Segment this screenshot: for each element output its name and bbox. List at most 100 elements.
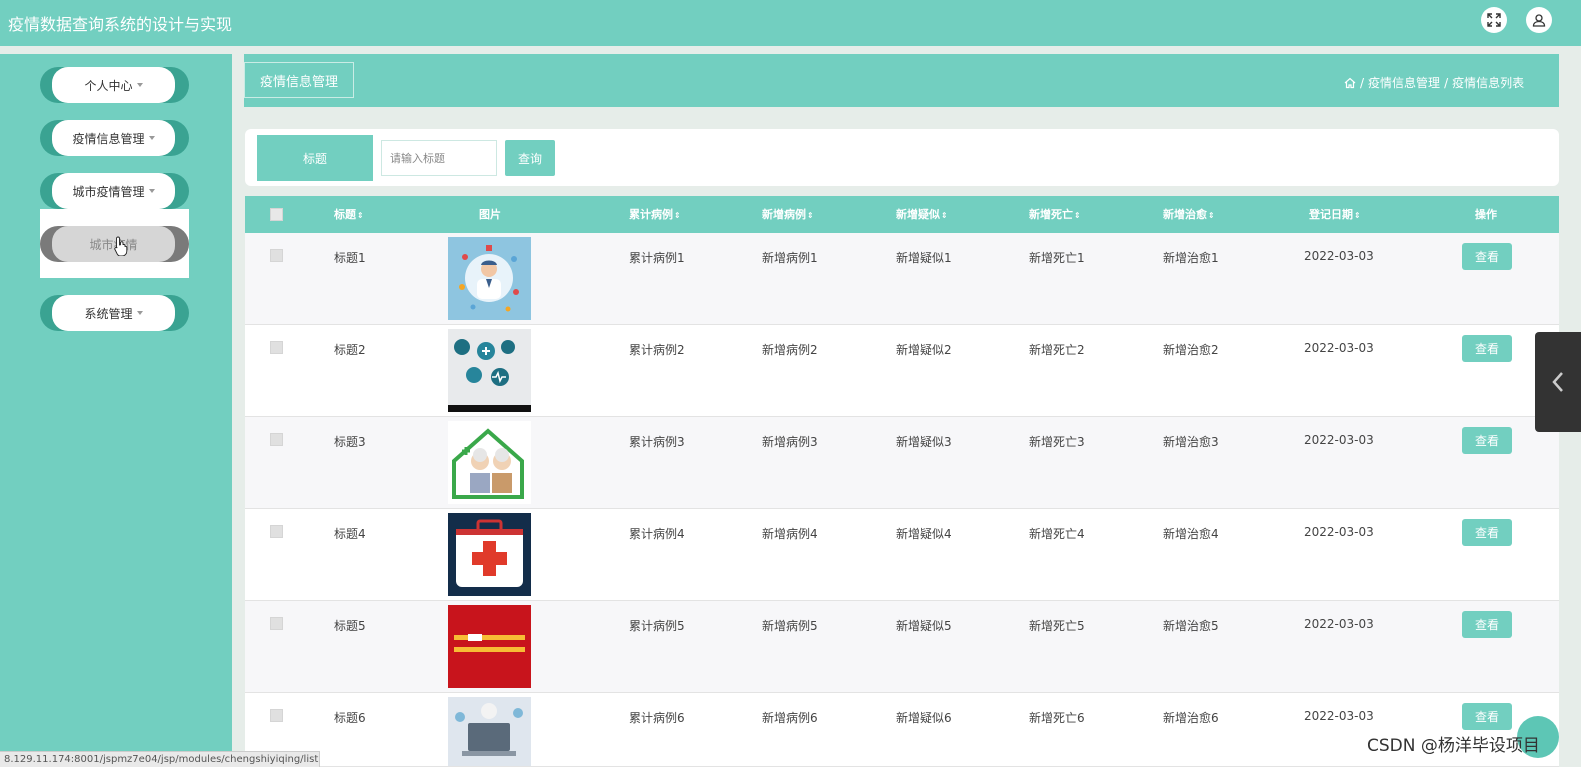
cell-new-cases: 新增病例6 xyxy=(762,711,818,725)
breadcrumb-item[interactable]: 疫情信息管理 xyxy=(1368,74,1440,91)
view-button[interactable]: 查看 xyxy=(1462,611,1512,638)
view-button[interactable]: 查看 xyxy=(1462,335,1512,362)
cell-cured: 新增治愈2 xyxy=(1163,343,1219,357)
cell-total: 累计病例6 xyxy=(629,711,685,725)
cell-deaths: 新增死亡6 xyxy=(1029,711,1085,725)
fullscreen-icon[interactable] xyxy=(1481,7,1507,33)
cell-suspected: 新增疑似1 xyxy=(896,251,952,265)
row-image-elderly-couple xyxy=(448,421,531,504)
sidebar-item-city-epidemic[interactable]: 城市疫情管理 xyxy=(40,173,189,209)
status-url: 8.129.11.174:8001/jspmz7e04/jsp/modules/… xyxy=(0,751,320,767)
side-panel-toggle[interactable] xyxy=(1535,332,1581,432)
cell-cured: 新增治愈5 xyxy=(1163,619,1219,633)
breadcrumb-separator: / xyxy=(1360,75,1365,90)
row-checkbox[interactable] xyxy=(270,709,283,722)
cell-title: 标题1 xyxy=(334,251,366,265)
column-header-image: 图片 xyxy=(479,208,501,221)
table-row: 标题3 累计病例3 新增病例3 新增疑似3 新增死亡3 新增治愈3 2022-0… xyxy=(245,417,1559,509)
cell-deaths: 新增死亡4 xyxy=(1029,527,1085,541)
cell-title: 标题3 xyxy=(334,435,366,449)
search-input[interactable] xyxy=(381,140,497,176)
row-image-laptop-doctor xyxy=(448,697,531,766)
row-checkbox[interactable] xyxy=(270,525,283,538)
column-header-total[interactable]: 累计病例⇕ xyxy=(629,196,681,233)
table-row: 标题6 累计病例6 新增病例6 新增疑似6 新增死亡6 新增治愈6 2022-0… xyxy=(245,693,1559,767)
app-title: 疫情数据查询系统的设计与实现 xyxy=(8,15,233,34)
table-row: 标题4 累计病例4 新增病例4 新增疑似4 新增死亡4 新增治愈4 2022-0… xyxy=(245,509,1559,601)
row-image-first-aid-kit xyxy=(448,513,531,596)
chevron-left-icon xyxy=(1552,372,1563,392)
cell-suspected: 新增疑似5 xyxy=(896,619,952,633)
home-icon[interactable] xyxy=(1344,77,1356,89)
view-button[interactable]: 查看 xyxy=(1462,703,1512,730)
sidebar-item-label: 个人中心 xyxy=(84,78,133,93)
cell-date: 2022-03-03 xyxy=(1304,433,1374,447)
select-all-checkbox[interactable] xyxy=(270,208,283,221)
caret-down-icon xyxy=(148,189,155,193)
row-checkbox[interactable] xyxy=(270,249,283,262)
cell-total: 累计病例3 xyxy=(629,435,685,449)
caret-down-icon xyxy=(136,311,143,315)
cell-suspected: 新增疑似3 xyxy=(896,435,952,449)
table-row: 标题2 累计病例2 新增病例2 新增疑似2 新增死亡2 新增治愈2 2022-0… xyxy=(245,325,1559,417)
sidebar-item-label: 系统管理 xyxy=(84,306,133,321)
breadcrumb-separator: / xyxy=(1444,75,1449,90)
column-header-deaths[interactable]: 新增死亡⇕ xyxy=(1029,196,1081,233)
breadcrumb-item: 疫情信息列表 xyxy=(1452,76,1525,90)
column-header-cured[interactable]: 新增治愈⇕ xyxy=(1163,196,1215,233)
sidebar: 个人中心 疫情信息管理 城市疫情管理 城市疫情 系统管理 xyxy=(0,54,232,767)
cell-suspected: 新增疑似4 xyxy=(896,527,952,541)
cell-date: 2022-03-03 xyxy=(1304,249,1374,263)
cell-total: 累计病例2 xyxy=(629,343,685,357)
cell-cured: 新增治愈1 xyxy=(1163,251,1219,265)
column-header-new-cases[interactable]: 新增病例⇕ xyxy=(762,196,814,233)
cell-new-cases: 新增病例5 xyxy=(762,619,818,633)
cell-cured: 新增治愈3 xyxy=(1163,435,1219,449)
top-bar: 疫情数据查询系统的设计与实现 xyxy=(0,0,1581,46)
row-checkbox[interactable] xyxy=(270,341,283,354)
cell-suspected: 新增疑似2 xyxy=(896,343,952,357)
cell-deaths: 新增死亡1 xyxy=(1029,251,1085,265)
user-icon[interactable] xyxy=(1526,7,1552,33)
table-row: 标题5 累计病例5 新增病例5 新增疑似5 新增死亡5 新增治愈5 2022-0… xyxy=(245,601,1559,693)
sidebar-item-label: 城市疫情管理 xyxy=(72,184,145,199)
cell-deaths: 新增死亡3 xyxy=(1029,435,1085,449)
page-title: 疫情信息管理 xyxy=(244,62,354,98)
cell-date: 2022-03-03 xyxy=(1304,709,1374,723)
cell-cured: 新增治愈6 xyxy=(1163,711,1219,725)
cell-deaths: 新增死亡2 xyxy=(1029,343,1085,357)
search-button[interactable]: 查询 xyxy=(505,140,555,176)
cell-total: 累计病例4 xyxy=(629,527,685,541)
cell-date: 2022-03-03 xyxy=(1304,617,1374,631)
table-row: 标题1 累计病例1 新增病例1 新增疑似1 新增死亡1 新增治愈1 2022-0… xyxy=(245,233,1559,325)
table-header: 标题⇕ 图片 累计病例⇕ 新增病例⇕ 新增疑似⇕ 新增死亡⇕ 新增治愈⇕ 登记日… xyxy=(245,196,1559,233)
cell-new-cases: 新增病例3 xyxy=(762,435,818,449)
cell-title: 标题4 xyxy=(334,527,366,541)
sidebar-item-personal-center[interactable]: 个人中心 xyxy=(40,67,189,103)
column-header-suspected[interactable]: 新增疑似⇕ xyxy=(896,196,948,233)
row-image-red-poster xyxy=(448,605,531,688)
hand-cursor-icon xyxy=(114,236,128,256)
cell-new-cases: 新增病例1 xyxy=(762,251,818,265)
column-header-title[interactable]: 标题⇕ xyxy=(334,196,364,233)
cell-title: 标题2 xyxy=(334,343,366,357)
search-label: 标题 xyxy=(257,135,373,181)
row-checkbox[interactable] xyxy=(270,617,283,630)
cell-suspected: 新增疑似6 xyxy=(896,711,952,725)
cell-title: 标题6 xyxy=(334,711,366,725)
caret-down-icon xyxy=(136,83,143,87)
view-button[interactable]: 查看 xyxy=(1462,427,1512,454)
view-button[interactable]: 查看 xyxy=(1462,243,1512,270)
column-header-date[interactable]: 登记日期⇕ xyxy=(1309,196,1361,233)
breadcrumb: / 疫情信息管理 / 疫情信息列表 xyxy=(1344,74,1524,91)
row-image-doctor xyxy=(448,237,531,320)
row-image-medical-icons xyxy=(448,329,531,412)
row-checkbox[interactable] xyxy=(270,433,283,446)
cell-total: 累计病例1 xyxy=(629,251,685,265)
column-header-actions: 操作 xyxy=(1475,208,1497,221)
cell-title: 标题5 xyxy=(334,619,366,633)
view-button[interactable]: 查看 xyxy=(1462,519,1512,546)
sidebar-item-system[interactable]: 系统管理 xyxy=(40,295,189,331)
sidebar-item-epidemic-info[interactable]: 疫情信息管理 xyxy=(40,120,189,156)
cell-total: 累计病例5 xyxy=(629,619,685,633)
